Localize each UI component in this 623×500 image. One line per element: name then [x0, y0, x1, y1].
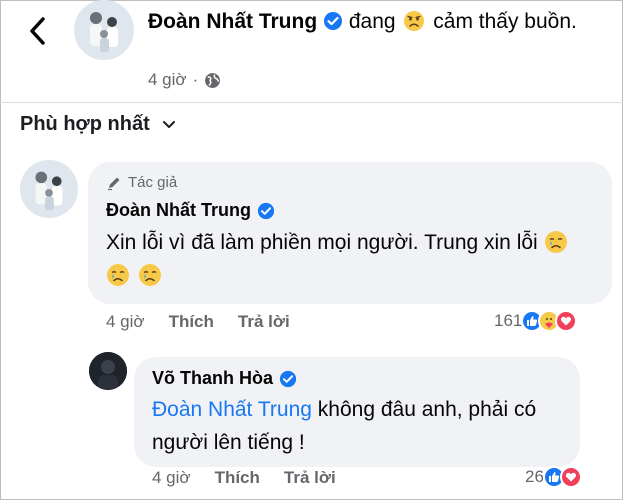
reply-text: Đoàn Nhất Trung không đâu anh, phải có n…	[152, 393, 572, 459]
comment-text: Xin lỗi vì đã làm phiền mọi người. Trung…	[106, 226, 596, 292]
chevron-left-icon	[30, 17, 45, 45]
comment-author-avatar[interactable]	[20, 160, 78, 218]
reply-button[interactable]: Trả lời	[238, 312, 290, 332]
like-button[interactable]: Thích	[215, 468, 260, 488]
reply-reactions[interactable]: 26	[525, 466, 582, 488]
mention-link[interactable]: Đoàn Nhất Trung	[152, 398, 312, 421]
verified-badge-icon	[324, 12, 343, 30]
verified-badge-icon	[257, 202, 275, 219]
author-tag-label: Tác giả	[128, 174, 178, 191]
reaction-count: 26	[525, 467, 544, 486]
love-reaction-icon	[555, 310, 578, 332]
poster-name[interactable]: Đoàn Nhất Trung	[148, 10, 317, 33]
comment-text-body: Xin lỗi vì đã làm phiền mọi người. Trung…	[106, 231, 538, 254]
sort-label: Phù hợp nhất	[20, 113, 150, 135]
comment-reactions[interactable]: 161	[494, 310, 578, 332]
author-tag: Tác giả	[106, 174, 177, 191]
reply-author-name[interactable]: Võ Thanh Hòa	[152, 368, 297, 389]
reaction-count: 161	[494, 311, 523, 330]
crying-face-emoji	[544, 231, 567, 253]
comment-author-avatar-image	[20, 160, 78, 218]
comment-author-name-text[interactable]: Đoàn Nhất Trung	[106, 200, 251, 221]
meta-separator: ·	[192, 70, 199, 89]
chevron-down-icon	[162, 120, 175, 128]
back-button[interactable]	[22, 14, 52, 48]
header-divider	[0, 102, 623, 103]
comment-sort-dropdown[interactable]: Phù hợp nhất	[20, 113, 176, 136]
love-reaction-icon	[559, 466, 582, 488]
feeling-suffix: cảm thấy buồn.	[433, 10, 577, 33]
post-time[interactable]: 4 giờ	[148, 70, 187, 90]
poster-avatar-image	[74, 0, 134, 60]
post-meta: 4 giờ ·	[148, 70, 221, 90]
reply-time[interactable]: 4 giờ	[152, 468, 191, 488]
reply-button[interactable]: Trả lời	[284, 468, 336, 488]
reply-author-avatar-image	[89, 352, 127, 390]
globe-icon	[205, 72, 221, 88]
reply-actions: 4 giờ Thích Trả lời	[152, 468, 360, 488]
feeling-prefix: đang	[348, 10, 396, 33]
comment-actions: 4 giờ Thích Trả lời	[106, 312, 314, 332]
reply-author-name-text[interactable]: Võ Thanh Hòa	[152, 368, 273, 389]
sad-face-emoji	[404, 11, 425, 31]
crying-face-emoji	[138, 264, 161, 286]
reply-bubble: Võ Thanh Hòa Đoàn Nhất Trung không đâu a…	[134, 357, 580, 467]
comment-author-name[interactable]: Đoàn Nhất Trung	[106, 200, 275, 221]
reply-author-avatar[interactable]	[89, 352, 127, 390]
pen-icon	[108, 177, 120, 190]
post-header-text: Đoàn Nhất Trung đang cảm thấy buồn.	[148, 7, 588, 37]
crying-face-emoji	[107, 264, 129, 286]
poster-avatar[interactable]	[74, 0, 134, 60]
comment-bubble: Tác giả Đoàn Nhất Trung Xin lỗi vì đã là…	[88, 162, 612, 304]
like-button[interactable]: Thích	[169, 312, 214, 332]
comment-time[interactable]: 4 giờ	[106, 312, 145, 332]
verified-badge-icon	[279, 370, 297, 387]
